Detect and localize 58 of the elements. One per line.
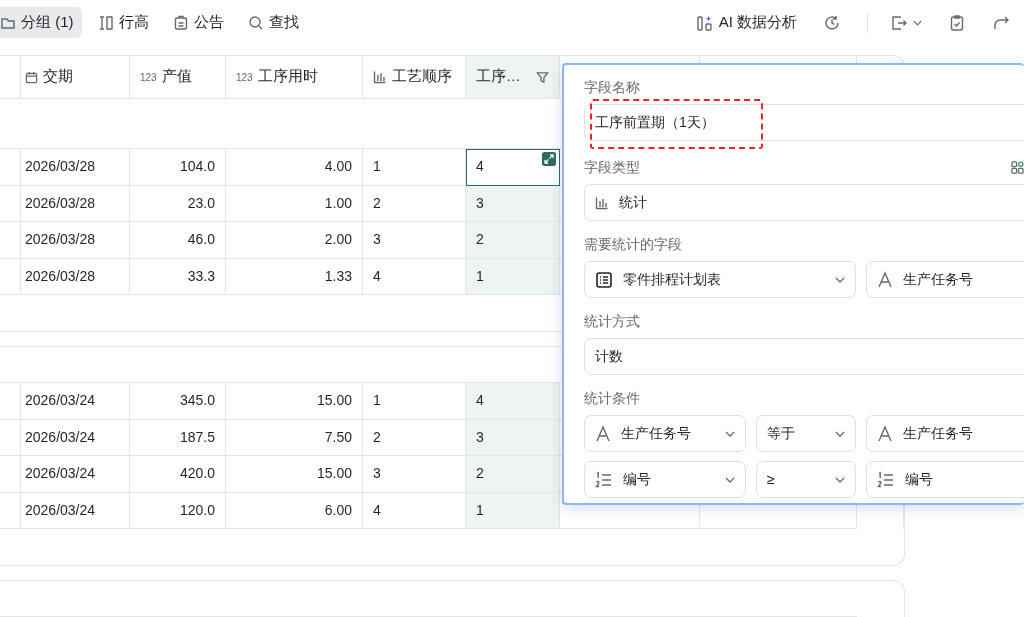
table-cell-text: 120.0 <box>179 500 215 520</box>
table-cell-text: 2 <box>476 230 484 250</box>
table-cell-text: 1.33 <box>324 266 352 286</box>
table-cell-text: 2026/03/24 <box>25 391 96 411</box>
toolbar-button[interactable]: 公告 <box>164 7 232 38</box>
table-cell-text: 3 <box>373 230 381 250</box>
table-cell-text: 187.5 <box>179 427 215 447</box>
table-cell-text: 4 <box>373 500 381 520</box>
column-header[interactable]: 产值 <box>161 66 192 88</box>
table-cell-text: 2026/03/28 <box>25 266 96 286</box>
table-cell-text: 4.00 <box>324 157 352 177</box>
table-cell-text: 1 <box>373 157 381 177</box>
table-cell-text: 3 <box>373 464 381 484</box>
table-cell-text: 2 <box>373 427 381 447</box>
toolbar-button[interactable]: 行高 <box>89 7 157 38</box>
table-cell-text: 2026/03/24 <box>25 500 96 520</box>
field-label: 统计条件 <box>584 389 641 408</box>
table-cell-text: 1 <box>476 266 484 286</box>
table-cell-text: 46.0 <box>187 230 215 250</box>
table-cell-text: 4 <box>476 157 484 177</box>
table-cell-text: 420.0 <box>179 464 215 484</box>
toolbar-button[interactable]: 分组 (1) <box>0 7 82 38</box>
field-label: 字段类型 <box>584 158 640 177</box>
table-cell-text: 4 <box>373 266 381 286</box>
table-cell-text: 1.00 <box>324 193 352 213</box>
field-label: 统计方式 <box>584 312 641 331</box>
table-cell-text: 2.00 <box>324 230 352 250</box>
table-cell-text: 1 <box>373 391 381 411</box>
table-cell-text: 7.50 <box>324 427 352 447</box>
field-label: 字段名称 <box>584 78 641 97</box>
number-type-icon: 123 <box>236 69 253 85</box>
table-cell-text: 23.0 <box>187 193 215 213</box>
table-cell-text: 2026/03/24 <box>25 427 96 447</box>
toolbar-button[interactable]: AI 数据分析 <box>687 7 805 38</box>
table-cell-text: 4 <box>476 391 484 411</box>
table-cell-text: 3 <box>476 193 484 213</box>
table-cell-text: 2026/03/24 <box>25 464 96 484</box>
table-cell-text: 15.00 <box>316 464 352 484</box>
column-header[interactable]: 工艺顺序 <box>392 66 452 88</box>
table-cell-text: 2026/03/28 <box>25 230 96 250</box>
name-field[interactable]: 工序前置期（1天） <box>584 104 1024 141</box>
column-header[interactable]: 工序用时 <box>257 66 318 88</box>
table-cell-text: 15.00 <box>316 391 352 411</box>
table-cell-text: 2 <box>476 464 484 484</box>
table-cell-text: 104.0 <box>179 157 215 177</box>
table-cell-text: 2 <box>373 193 381 213</box>
table-cell-text: 345.0 <box>179 391 215 411</box>
table-cell-text: 3 <box>476 427 484 447</box>
table-cell-text: 2026/03/28 <box>25 193 96 213</box>
toolbar-button[interactable]: 查找 <box>239 7 307 38</box>
field-label: 需要统计的字段 <box>584 235 683 254</box>
table-cell-text: 1 <box>476 500 484 520</box>
column-header[interactable]: 交期 <box>43 66 73 88</box>
select-field[interactable]: 统计 <box>584 184 1024 221</box>
table-cell-text: 2026/03/28 <box>25 157 96 177</box>
table-cell-text: 33.3 <box>187 266 215 286</box>
table-cell-text: 6.00 <box>324 500 352 520</box>
number-type-icon: 123 <box>140 69 157 85</box>
